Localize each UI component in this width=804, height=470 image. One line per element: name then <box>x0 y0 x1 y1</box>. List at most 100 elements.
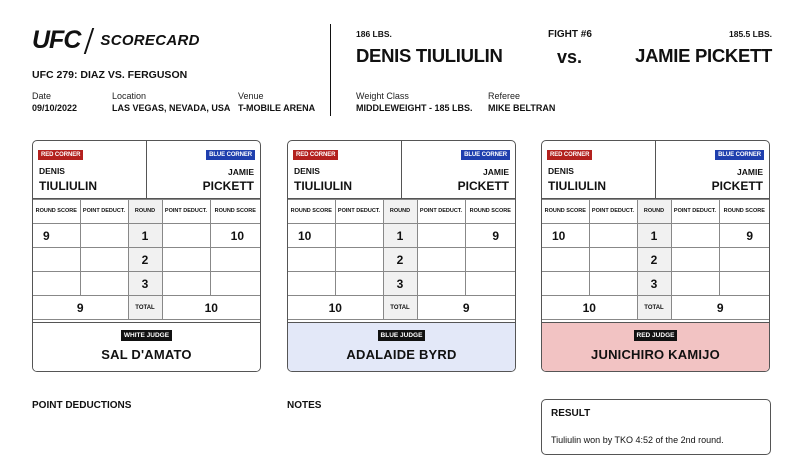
round-score-header: ROUND SCORE <box>209 199 260 224</box>
blue-first-name: JAMIE <box>483 167 509 177</box>
red-fighter-name: DENIS TIULIULIN <box>356 45 503 66</box>
red-corner-tag: RED CORNER <box>293 150 339 160</box>
referee-value: MIKE BELTRAN <box>488 103 556 113</box>
red-corner-tag: RED CORNER <box>38 150 84 160</box>
blue-point-deduction <box>161 223 211 248</box>
red-first-name: DENIS <box>548 166 574 176</box>
red-point-deduction <box>588 223 638 248</box>
judge-panel: WHITE JUDGE SAL D'AMATO <box>33 322 260 371</box>
red-round-score <box>288 271 336 296</box>
judge-name: ADALAIDE BYRD <box>346 347 457 362</box>
score-header-row: ROUND SCORE POINT DEDUCT. ROUND POINT DE… <box>288 199 515 224</box>
blue-corner-tag: BLUE CORNER <box>461 150 510 160</box>
red-round-score <box>33 271 81 296</box>
red-round-score <box>542 271 590 296</box>
round-row: 2 <box>33 247 260 272</box>
red-corner-tag: RED CORNER <box>547 150 593 160</box>
blue-round-score <box>718 247 769 272</box>
round-row: 2 <box>542 247 769 272</box>
total-label: TOTAL <box>636 295 672 320</box>
total-label: TOTAL <box>127 295 163 320</box>
blue-total: 10 <box>161 295 260 320</box>
round-header: ROUND <box>636 199 672 224</box>
blue-corner-tag: BLUE CORNER <box>206 150 255 160</box>
blue-first-name: JAMIE <box>737 167 763 177</box>
blue-round-score <box>718 271 769 296</box>
red-round-score <box>33 247 81 272</box>
venue-value: T-MOBILE ARENA <box>238 103 316 113</box>
round-number: 3 <box>636 271 672 296</box>
blue-point-deduction <box>670 271 720 296</box>
blue-first-name: JAMIE <box>228 167 254 177</box>
blue-point-deduction <box>161 247 211 272</box>
blue-round-score: 9 <box>464 223 515 248</box>
vs-label: vs. <box>557 47 583 67</box>
point-deduct-header: POINT DEDUCT. <box>161 199 211 224</box>
red-round-score <box>542 247 590 272</box>
round-number: 2 <box>127 247 163 272</box>
point-deduct-header: POINT DEDUCT. <box>79 199 129 224</box>
blue-point-deduction <box>416 223 466 248</box>
blue-round-score <box>209 247 260 272</box>
round-number: 1 <box>636 223 672 248</box>
red-round-score: 10 <box>542 223 590 248</box>
judge-label: WHITE JUDGE <box>120 330 173 341</box>
red-round-score <box>288 247 336 272</box>
round-number: 1 <box>382 223 418 248</box>
round-row: 2 <box>288 247 515 272</box>
blue-round-score <box>209 271 260 296</box>
result-title: RESULT <box>551 408 591 419</box>
red-point-deduction <box>334 247 384 272</box>
blue-corner-tag: BLUE CORNER <box>715 150 764 160</box>
weight-class-value: MIDDLEWEIGHT - 185 LBS. <box>356 103 473 113</box>
round-row: 10 1 9 <box>542 223 769 248</box>
round-number: 1 <box>127 223 163 248</box>
fight-number: FIGHT #6 <box>548 29 592 40</box>
point-deduct-header: POINT DEDUCT. <box>416 199 466 224</box>
date-value: 09/10/2022 <box>32 103 78 113</box>
location-label: Location <box>112 91 147 101</box>
header-divider <box>330 24 331 116</box>
point-deduct-header: POINT DEDUCT. <box>670 199 720 224</box>
blue-last-name: PICKETT <box>711 179 763 193</box>
point-deductions-title: POINT DEDUCTIONS <box>32 400 132 411</box>
point-deduct-header: POINT DEDUCT. <box>334 199 384 224</box>
red-first-name: DENIS <box>294 166 320 176</box>
round-header: ROUND <box>127 199 163 224</box>
score-table: ROUND SCORE POINT DEDUCT. ROUND POINT DE… <box>542 199 769 320</box>
red-total: 10 <box>542 295 638 320</box>
blue-point-deduction <box>161 271 211 296</box>
judge-scorecard: RED CORNER BLUE CORNER DENIS TIULIULIN J… <box>32 140 261 372</box>
judge-scorecard: RED CORNER BLUE CORNER DENIS TIULIULIN J… <box>541 140 770 372</box>
round-score-header: ROUND SCORE <box>718 199 769 224</box>
red-total: 10 <box>288 295 384 320</box>
red-last-name: TIULIULIN <box>294 179 352 193</box>
blue-point-deduction <box>670 247 720 272</box>
judge-scorecard: RED CORNER BLUE CORNER DENIS TIULIULIN J… <box>287 140 516 372</box>
card-divider <box>401 141 402 199</box>
blue-point-deduction <box>670 223 720 248</box>
round-number: 2 <box>636 247 672 272</box>
blue-point-deduction <box>416 271 466 296</box>
card-divider <box>655 141 656 199</box>
card-divider <box>146 141 147 199</box>
event-name: UFC 279: DIAZ VS. FERGUSON <box>32 69 188 81</box>
blue-last-name: PICKETT <box>457 179 509 193</box>
round-row: 10 1 9 <box>288 223 515 248</box>
blue-last-name: PICKETT <box>202 179 254 193</box>
logo-slash <box>84 27 95 54</box>
notes-title: NOTES <box>287 400 322 411</box>
judge-panel: BLUE JUDGE ADALAIDE BYRD <box>288 322 515 371</box>
score-header-row: ROUND SCORE POINT DEDUCT. ROUND POINT DE… <box>33 199 260 224</box>
total-row: 10 TOTAL 9 <box>542 295 769 320</box>
score-header-row: ROUND SCORE POINT DEDUCT. ROUND POINT DE… <box>542 199 769 224</box>
ufc-logo: UFC SCORECARD <box>32 26 200 55</box>
judge-label: BLUE JUDGE <box>377 330 426 341</box>
red-point-deduction <box>334 223 384 248</box>
judge-name: SAL D'AMATO <box>101 347 192 362</box>
red-last-name: TIULIULIN <box>39 179 97 193</box>
round-score-header: ROUND SCORE <box>288 199 336 224</box>
date-label: Date <box>32 91 52 101</box>
blue-fighter-name: JAMIE PICKETT <box>635 45 772 66</box>
referee-label: Referee <box>488 91 521 101</box>
